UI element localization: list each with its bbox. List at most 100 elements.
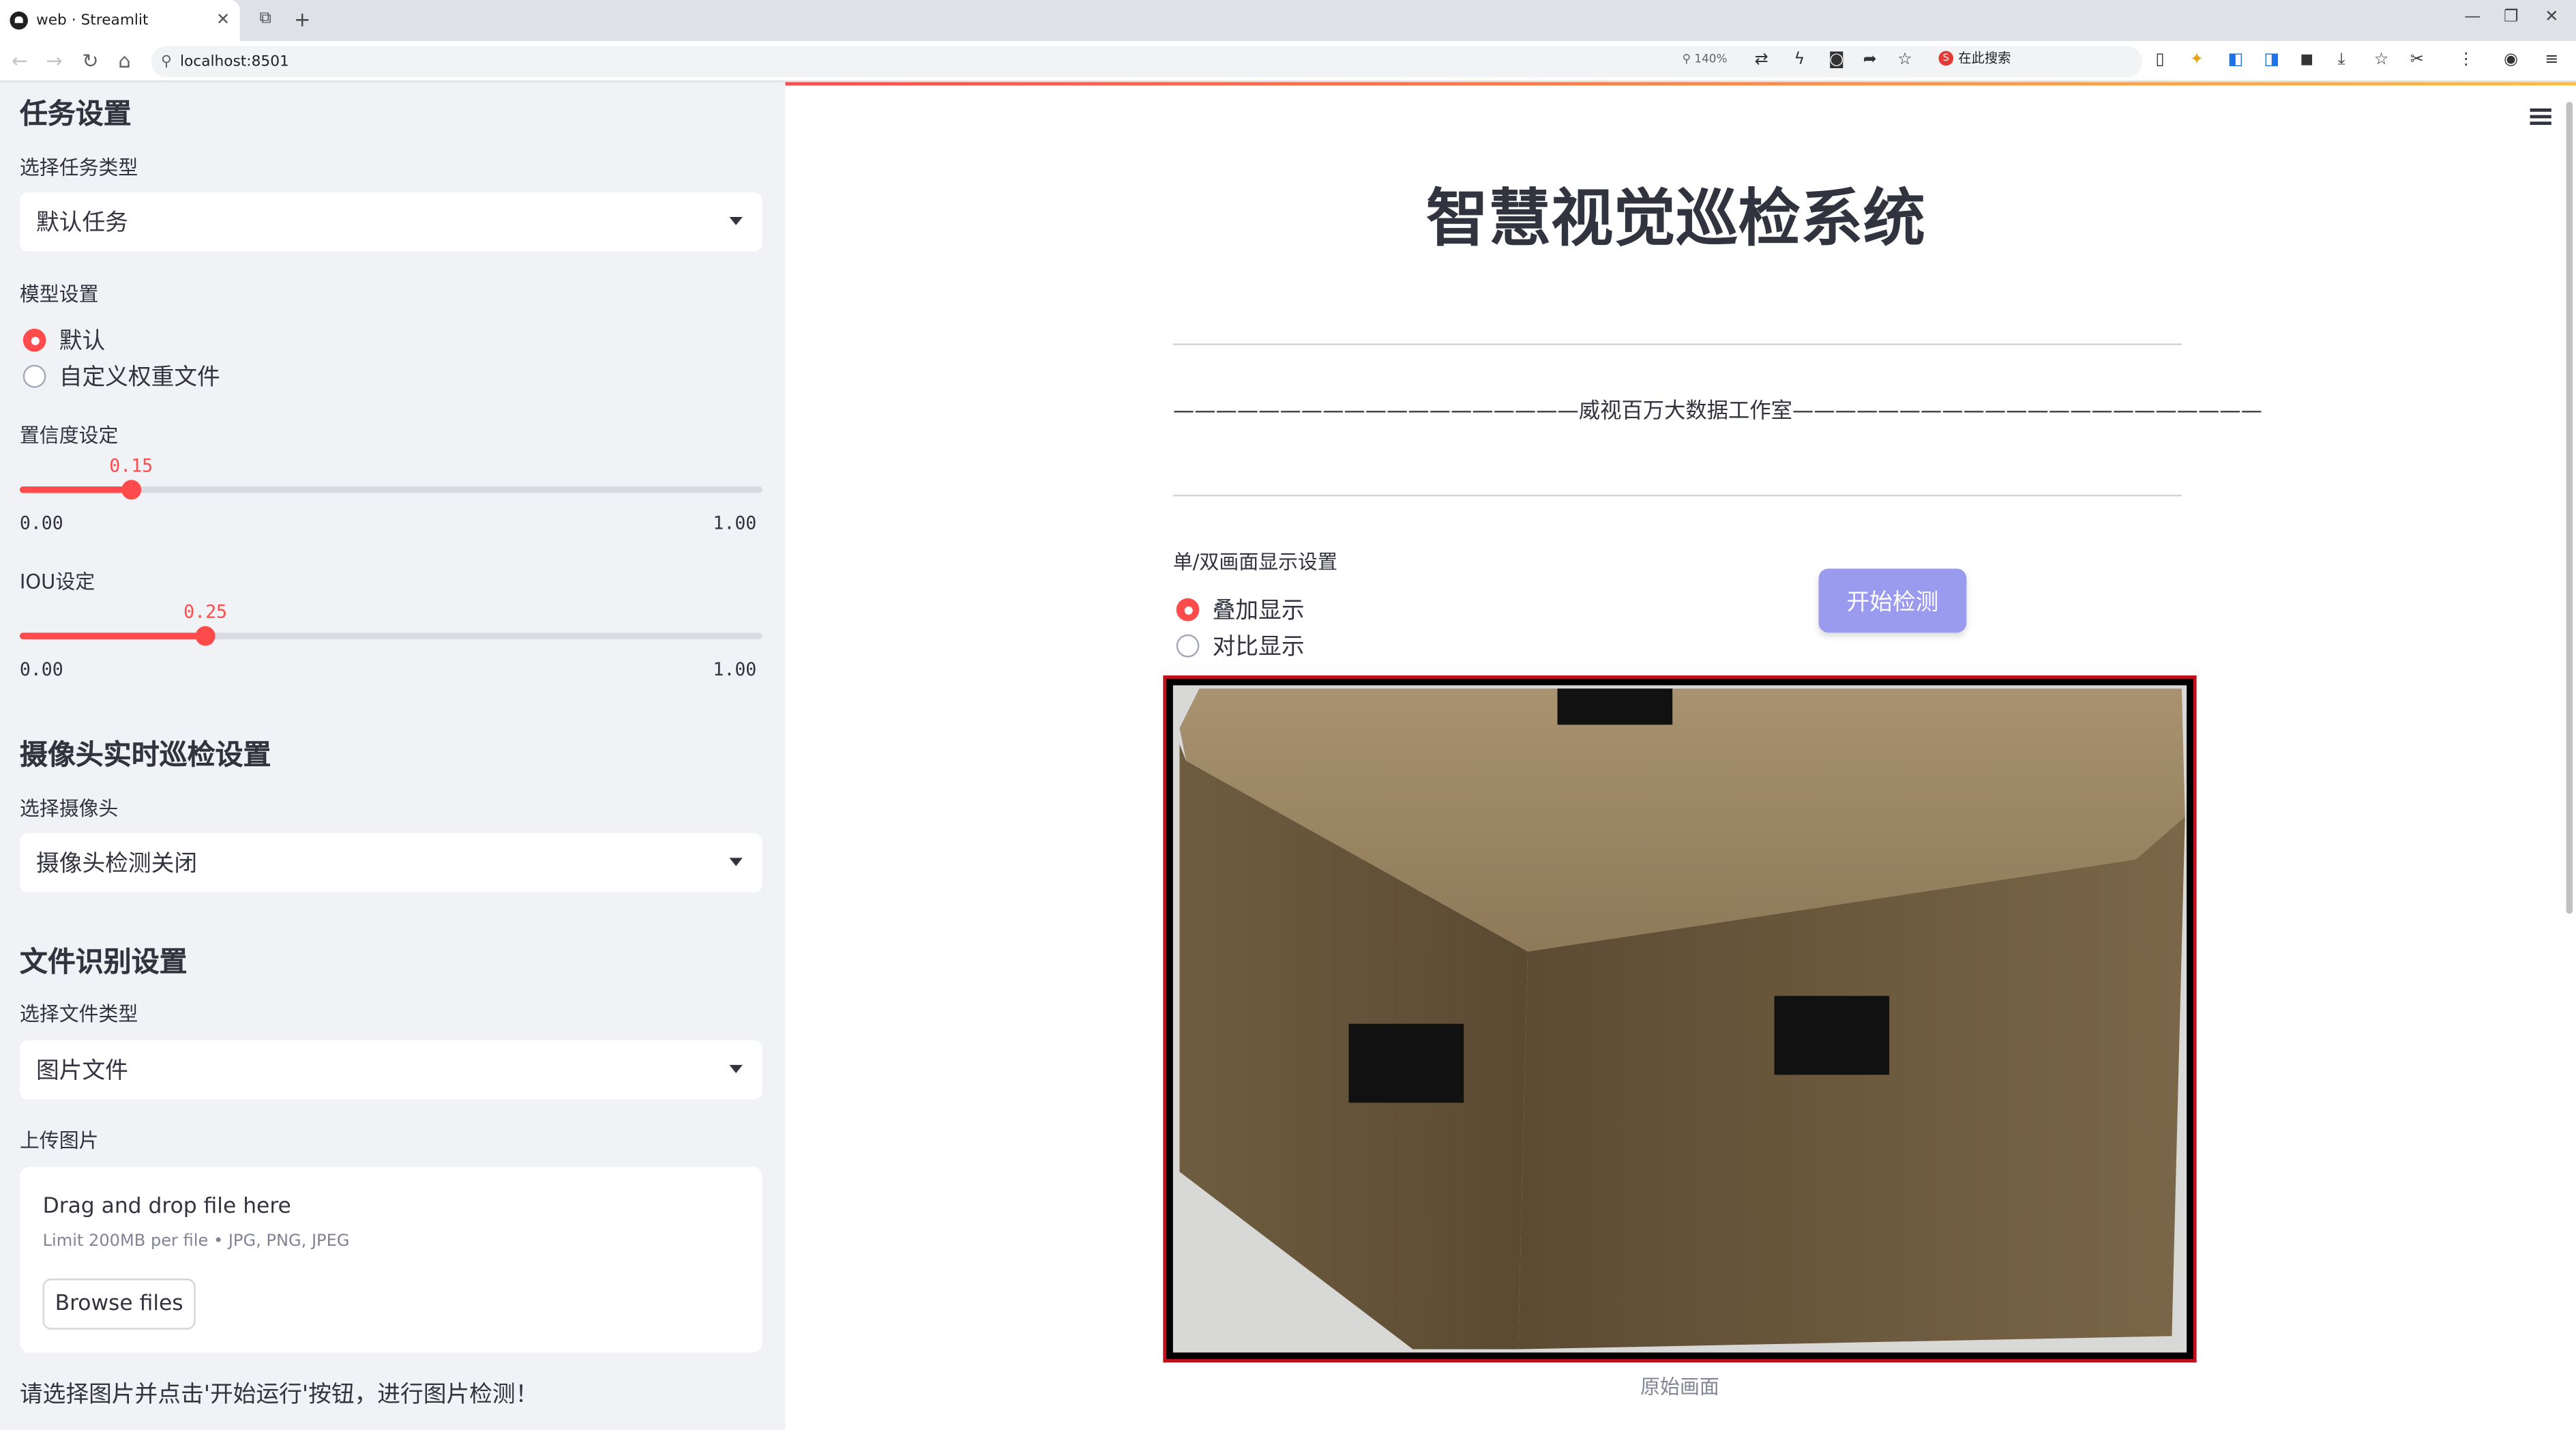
divider-bottom (1172, 495, 2182, 497)
hamburger-menu-icon[interactable] (2530, 108, 2551, 126)
confidence-label: 置信度设定 (19, 424, 119, 448)
site-info-icon[interactable]: ⚲ (161, 53, 172, 70)
confidence-min: 0.00 (19, 512, 63, 534)
model-option-default[interactable]: 默认 (23, 324, 105, 357)
radio-unselected-icon[interactable] (1176, 634, 1200, 658)
task-type-value: 默认任务 (35, 210, 128, 237)
bookmark-star-icon[interactable]: ☆ (1897, 51, 1912, 69)
screenshot-icon[interactable]: ◙ (1829, 51, 1844, 69)
model-option-label: 自定义权重文件 (59, 364, 220, 392)
confidence-value: 0.15 (109, 455, 153, 477)
phone-icon[interactable]: ▯ (2155, 51, 2164, 69)
browse-files-button[interactable]: Browse files (42, 1279, 196, 1330)
tab-title: web · Streamlit (35, 12, 149, 29)
file-settings-heading: 文件识别设置 (19, 946, 188, 980)
iou-max: 1.00 (713, 658, 757, 681)
extension-ai-icon[interactable]: ✦ (2190, 51, 2204, 69)
forward-icon[interactable]: → (46, 49, 62, 72)
camera-select-label: 选择摄像头 (19, 797, 119, 820)
sidebar-hint: 请选择图片并点击'开始运行'按钮，进行图片检测！ (19, 1382, 539, 1409)
confidence-max: 1.00 (713, 512, 757, 534)
back-icon[interactable]: ← (12, 49, 28, 72)
browser-menu-icon[interactable]: ≡ (2545, 51, 2558, 69)
confidence-slider-fill (19, 486, 132, 493)
extension-a-icon[interactable]: ◧ (2227, 51, 2243, 69)
search-engine-icon: S (1938, 50, 1954, 66)
streamlit-favicon-icon (10, 11, 28, 30)
browser-address-bar: ← → ↻ ⌂ ⚲ localhost:8501 ⚲ 140% ⇄ ϟ ◙ ➦ … (0, 41, 2576, 83)
divider-top (1172, 343, 2182, 345)
close-window-icon[interactable]: ✕ (2545, 8, 2558, 26)
radio-unselected-icon[interactable] (23, 364, 46, 388)
file-dropzone[interactable]: Drag and drop file here Limit 200MB per … (19, 1167, 763, 1353)
extension-b-icon[interactable]: ◨ (2264, 51, 2279, 69)
chevron-down-icon (729, 216, 743, 226)
task-type-label: 选择任务类型 (19, 156, 138, 179)
iou-slider-fill (19, 632, 206, 640)
display-mode-label: 单/双画面显示设置 (1172, 550, 1337, 574)
studio-line: ———————————————————威视百万大数据工作室———————————… (1172, 399, 2262, 424)
radio-selected-icon[interactable] (23, 328, 46, 352)
search-engine-chip[interactable]: S 在此搜索 (1938, 49, 2011, 67)
iou-value: 0.25 (183, 601, 228, 623)
extension-c-icon[interactable]: ◼ (2300, 51, 2313, 69)
zoom-level: 140% (1694, 53, 1728, 66)
tab-group-icon[interactable]: ⧉ (260, 10, 271, 27)
file-type-value: 图片文件 (35, 1058, 128, 1085)
model-option-custom[interactable]: 自定义权重文件 (23, 360, 220, 393)
header-decoration (785, 82, 2576, 86)
file-type-select[interactable]: 图片文件 (19, 1040, 763, 1100)
chevron-down-icon (729, 1064, 743, 1073)
download-icon[interactable]: ⤓ (2338, 51, 2345, 69)
confidence-slider[interactable] (19, 480, 763, 500)
iou-label: IOU设定 (19, 570, 95, 594)
display-option-label: 叠加显示 (1212, 598, 1305, 625)
upload-image-label: 上传图片 (19, 1128, 99, 1152)
start-detection-button[interactable]: 开始检测 (1818, 568, 1967, 633)
dropzone-title: Drag and drop file here (42, 1195, 291, 1220)
confidence-slider-thumb[interactable] (121, 480, 141, 500)
task-type-select[interactable]: 默认任务 (19, 192, 763, 252)
home-icon[interactable]: ⌂ (118, 49, 130, 72)
translate-icon[interactable]: ⇄ (1755, 51, 1768, 69)
dropzone-limit: Limit 200MB per file • JPG, PNG, JPEG (42, 1232, 350, 1251)
minimize-icon[interactable]: — (2464, 8, 2481, 26)
sidebar: 任务设置 选择任务类型 默认任务 模型设置 默认 自定义权重文件 置信度设定 0… (0, 82, 786, 1430)
display-option-overlay[interactable]: 叠加显示 (1176, 594, 1305, 626)
task-settings-heading: 任务设置 (19, 98, 132, 132)
file-type-label: 选择文件类型 (19, 1002, 138, 1026)
cut-icon[interactable]: ✂ (2410, 51, 2424, 69)
display-option-label: 对比显示 (1212, 634, 1305, 661)
new-tab-icon[interactable]: + (294, 8, 310, 31)
url-text: localhost:8501 (179, 53, 289, 70)
iou-slider[interactable] (19, 626, 763, 646)
restore-icon[interactable]: ❐ (2504, 8, 2519, 26)
original-image (1163, 675, 2197, 1362)
share-icon[interactable]: ➦ (1863, 51, 1877, 69)
search-chip-text: 在此搜索 (1958, 50, 2011, 66)
close-tab-icon[interactable]: ✕ (216, 12, 230, 29)
lightning-icon[interactable]: ϟ (1794, 51, 1805, 69)
browser-tab[interactable]: web · Streamlit ✕ (0, 0, 240, 42)
camera-select[interactable]: 摄像头检测关闭 (19, 833, 763, 892)
scrollbar[interactable] (2566, 102, 2573, 914)
iou-min: 0.00 (19, 658, 63, 681)
image-caption: 原始画面 (1640, 1375, 1719, 1399)
chevron-down-icon (729, 858, 743, 866)
radio-selected-icon[interactable] (1176, 598, 1200, 622)
camera-select-value: 摄像头检测关闭 (35, 851, 198, 878)
main-content: 智慧视觉巡检系统 ———————————————————威视百万大数据工作室——… (785, 82, 2576, 1430)
display-option-compare[interactable]: 对比显示 (1176, 630, 1305, 662)
cardboard-box-image (1172, 685, 2187, 1353)
model-settings-label: 模型设置 (19, 282, 99, 306)
camera-settings-heading: 摄像头实时巡检设置 (19, 739, 271, 773)
browser-tab-bar: web · Streamlit ✕ ⧉ + — ❐ ✕ (0, 0, 2576, 42)
profile-avatar-icon[interactable]: ◉ (2504, 51, 2518, 69)
zoom-indicator[interactable]: ⚲ 140% (1683, 53, 1728, 65)
reload-icon[interactable]: ↻ (82, 49, 98, 72)
favorites-icon[interactable]: ☆ (2374, 51, 2389, 69)
model-option-label: 默认 (59, 328, 106, 355)
iou-slider-thumb[interactable] (195, 626, 216, 646)
more-menu-icon[interactable]: ⋮ (2458, 51, 2474, 69)
page-title: 智慧视觉巡检系统 (1425, 182, 1926, 255)
